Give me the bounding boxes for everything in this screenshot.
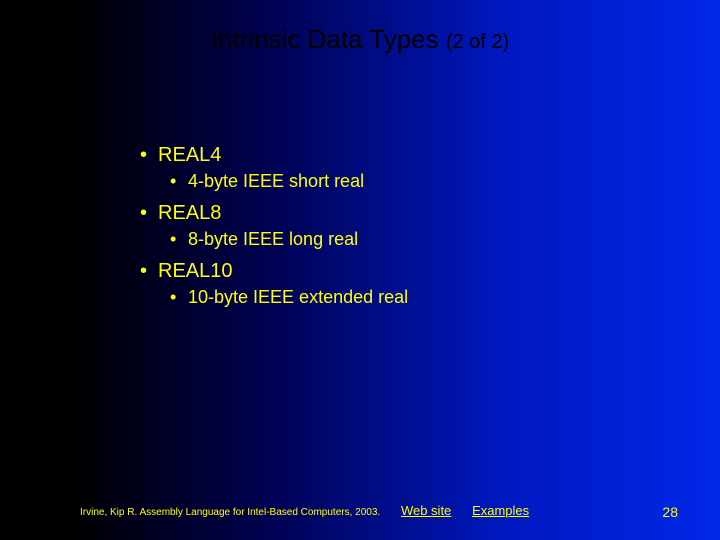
item-desc: 8-byte IEEE long real [188,229,358,249]
list-item: •REAL4 [140,144,640,167]
item-head: REAL8 [158,202,221,224]
bullet-icon: • [170,229,188,250]
list-item: •10-byte IEEE extended real [170,287,640,308]
item-desc: 4-byte IEEE short real [188,171,364,191]
examples-link[interactable]: Examples [472,503,529,518]
item-head: REAL4 [158,144,221,166]
bullet-icon: • [140,260,158,283]
list-item: •REAL10 [140,260,640,283]
bullet-icon: • [170,287,188,308]
bullet-icon: • [140,202,158,225]
slide-number: 28 [662,504,678,520]
title-main: Intrinsic Data Types [211,24,446,54]
list-item: •8-byte IEEE long real [170,229,640,250]
slide-content: •REAL4 •4-byte IEEE short real •REAL8 •8… [140,140,640,318]
title-sub: (2 of 2) [446,31,509,53]
list-item: •REAL8 [140,202,640,225]
footer-citation: Irvine, Kip R. Assembly Language for Int… [80,507,380,518]
bullet-icon: • [140,144,158,167]
slide: Intrinsic Data Types (2 of 2) •REAL4 •4-… [0,0,720,540]
list-item: •4-byte IEEE short real [170,171,640,192]
web-site-link[interactable]: Web site [401,503,451,518]
slide-footer: Irvine, Kip R. Assembly Language for Int… [80,503,680,518]
bullet-icon: • [170,171,188,192]
slide-title: Intrinsic Data Types (2 of 2) [0,24,720,55]
item-head: REAL10 [158,260,233,282]
item-desc: 10-byte IEEE extended real [188,287,408,307]
